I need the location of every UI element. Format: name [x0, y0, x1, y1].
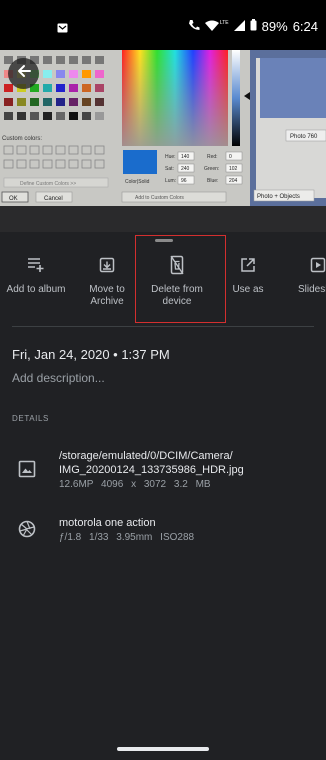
- red-value: 0: [229, 154, 232, 160]
- back-button[interactable]: [8, 58, 39, 89]
- call-icon: [188, 19, 200, 34]
- add-to-album-button[interactable]: Add to album: [0, 254, 72, 296]
- define-custom-text: Define Custom Colors >>: [20, 181, 76, 187]
- blue-value: 204: [229, 178, 238, 184]
- slideshow-button[interactable]: Slidesh: [282, 254, 326, 296]
- divider: [12, 326, 314, 327]
- clock: 6:24: [292, 19, 318, 34]
- sat-value: 240: [181, 166, 190, 172]
- cancel-text: Cancel: [44, 196, 63, 202]
- sat-label: Sat:: [165, 166, 174, 172]
- highlight-box: [135, 235, 226, 323]
- slideshow-icon: [282, 254, 326, 276]
- move-to-archive-label: Move to Archive: [89, 284, 125, 307]
- green-label: Green:: [204, 166, 219, 172]
- photo-image: Custom colors: Define Custom Colors >> O…: [0, 50, 326, 206]
- archive-icon: [71, 254, 143, 276]
- move-to-archive-button[interactable]: Move to Archive: [71, 254, 143, 308]
- photo-objects-text: Photo + Objects: [257, 194, 300, 200]
- status-bar: LTE 89% 6:24: [0, 0, 326, 50]
- file-path-line2: IMG_20200124_133735986_HDR.jpg: [59, 464, 244, 476]
- battery-icon: [250, 19, 257, 34]
- ok-text: OK: [9, 196, 18, 202]
- hue-value: 140: [181, 154, 190, 160]
- photo-label-text: Photo 760: [290, 134, 318, 140]
- file-path-line1: /storage/emulated/0/DCIM/Camera/: [59, 450, 233, 462]
- gesture-nav-bar[interactable]: [117, 747, 209, 751]
- details-heading: DETAILS: [12, 414, 49, 423]
- add-to-album-icon: [0, 254, 72, 276]
- signal-icon: [233, 19, 245, 34]
- blue-label: Blue:: [207, 178, 218, 184]
- camera-meta: ƒ/1.8 1/33 3.95mm ISO288: [59, 532, 195, 543]
- file-meta: 12.6MP 4096 x 3072 3.2 MB: [59, 479, 211, 490]
- photo-date: Fri, Jan 24, 2020 • 1:37 PM: [12, 347, 170, 362]
- custom-colors-text: Custom colors:: [2, 136, 42, 142]
- color-solid-text: Color|Solid: [125, 179, 150, 185]
- photo-preview[interactable]: Custom colors: Define Custom Colors >> O…: [0, 50, 326, 206]
- red-label: Red:: [207, 154, 218, 160]
- add-description-field[interactable]: Add description...: [12, 371, 105, 385]
- image-file-icon: [18, 460, 36, 483]
- camera-aperture-icon: [18, 520, 36, 543]
- add-to-album-label: Add to album: [6, 284, 66, 295]
- battery-percent: 89%: [261, 19, 288, 34]
- photo-backdrop: [0, 206, 326, 232]
- lum-value: 96: [181, 178, 187, 184]
- add-custom-text: Add to Custom Colors: [135, 195, 184, 201]
- lte-label: LTE: [219, 19, 229, 26]
- wifi-icon: [204, 19, 219, 34]
- slideshow-label: Slidesh: [298, 284, 326, 295]
- camera-model: motorola one action: [59, 517, 156, 529]
- arrow-back-icon: [16, 63, 32, 84]
- green-value: 102: [229, 166, 238, 172]
- notification-icon: [57, 20, 68, 38]
- hue-label: Hue:: [165, 154, 176, 160]
- lum-label: Lum:: [165, 178, 176, 184]
